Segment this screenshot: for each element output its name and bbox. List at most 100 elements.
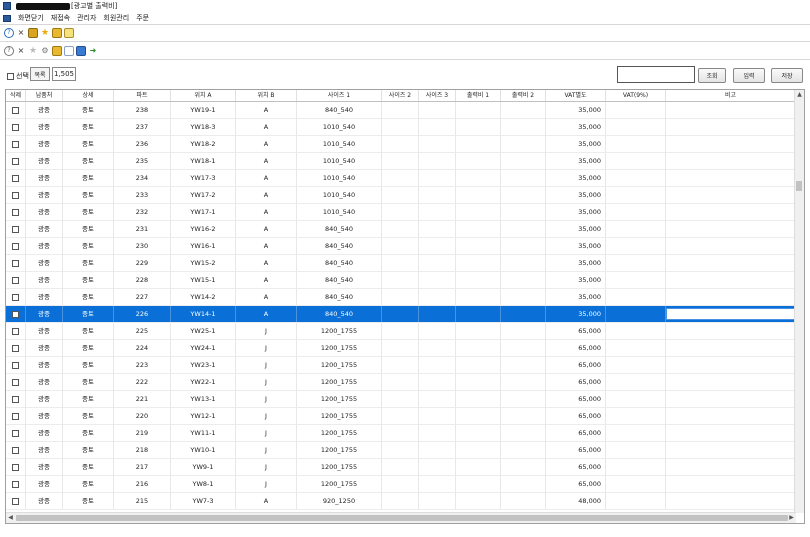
table-cell[interactable] (501, 221, 546, 237)
delete-checkbox[interactable] (12, 446, 19, 454)
table-cell[interactable] (456, 493, 501, 509)
table-cell[interactable] (419, 272, 456, 288)
table-cell[interactable] (666, 221, 796, 237)
search-button[interactable]: 조회 (698, 68, 726, 83)
table-cell[interactable]: 220 (114, 408, 171, 424)
table-cell[interactable]: 840_540 (297, 102, 382, 118)
note-edit-input[interactable] (666, 308, 795, 320)
table-cell[interactable] (606, 476, 666, 492)
document-icon[interactable] (64, 45, 74, 56)
table-cell[interactable]: YW23-1 (171, 357, 236, 373)
delete-checkbox[interactable] (12, 191, 19, 199)
table-cell[interactable]: 65,000 (546, 425, 606, 441)
table-cell[interactable] (666, 459, 796, 475)
table-cell[interactable]: 광중 (26, 272, 63, 288)
table-cell[interactable]: 1200_1755 (297, 425, 382, 441)
table-cell[interactable] (606, 136, 666, 152)
table-cell[interactable] (666, 493, 796, 509)
table-cell[interactable] (501, 119, 546, 135)
table-cell[interactable]: 35,000 (546, 204, 606, 220)
table-cell[interactable] (456, 306, 501, 322)
delete-checkbox-cell[interactable] (6, 153, 26, 169)
table-cell[interactable] (501, 136, 546, 152)
help-icon[interactable]: ? (4, 27, 14, 38)
gear-icon[interactable]: ⚙ (40, 46, 50, 56)
table-cell[interactable]: 중토 (63, 374, 114, 390)
table-cell[interactable]: A (236, 119, 297, 135)
table-cell[interactable] (456, 272, 501, 288)
table-cell[interactable]: YW9-1 (171, 459, 236, 475)
table-cell[interactable]: 218 (114, 442, 171, 458)
table-cell[interactable]: 중토 (63, 306, 114, 322)
table-cell[interactable]: 35,000 (546, 255, 606, 271)
table-cell[interactable]: 광중 (26, 238, 63, 254)
table-cell[interactable] (501, 238, 546, 254)
table-cell[interactable] (606, 425, 666, 441)
table-cell[interactable]: 35,000 (546, 170, 606, 186)
table-row[interactable]: 광중 중토 215 YW7-3 A 920_1250 48,000 (6, 493, 796, 510)
delete-checkbox[interactable] (12, 140, 19, 148)
table-cell[interactable]: A (236, 102, 297, 118)
delete-checkbox-cell[interactable] (6, 102, 26, 118)
table-cell[interactable] (501, 476, 546, 492)
table-cell[interactable] (382, 408, 419, 424)
table-cell[interactable]: YW19-1 (171, 102, 236, 118)
table-cell[interactable] (382, 476, 419, 492)
column-header[interactable]: 위치 B (236, 90, 297, 101)
table-cell[interactable]: 1200_1755 (297, 391, 382, 407)
table-cell[interactable]: YW16-2 (171, 221, 236, 237)
table-row[interactable]: 광중 중토 219 YW11-1 J 1200_1755 65,000 (6, 425, 796, 442)
column-header[interactable]: 삭제 (6, 90, 26, 101)
table-cell[interactable] (382, 221, 419, 237)
table-cell[interactable] (419, 204, 456, 220)
table-cell[interactable]: YW12-1 (171, 408, 236, 424)
table-cell[interactable] (666, 442, 796, 458)
table-row[interactable]: 광중 중토 222 YW22-1 J 1200_1755 65,000 (6, 374, 796, 391)
column-header[interactable]: 위치 A (171, 90, 236, 101)
table-cell[interactable]: J (236, 391, 297, 407)
delete-checkbox-cell[interactable] (6, 340, 26, 356)
table-cell[interactable]: YW17-3 (171, 170, 236, 186)
select-all-checkbox[interactable] (7, 72, 14, 80)
table-cell[interactable] (666, 408, 796, 424)
table-cell[interactable] (456, 170, 501, 186)
column-header[interactable]: VAT별도 (546, 90, 606, 101)
delete-checkbox-cell[interactable] (6, 493, 26, 509)
column-header[interactable]: 사이즈 2 (382, 90, 419, 101)
column-header[interactable]: 출력비 2 (501, 90, 546, 101)
table-row[interactable]: 광중 중토 235 YW18-1 A 1010_540 35,000 (6, 153, 796, 170)
table-cell[interactable]: 840_540 (297, 238, 382, 254)
table-cell[interactable]: 65,000 (546, 357, 606, 373)
table-cell[interactable]: 840_540 (297, 272, 382, 288)
table-cell[interactable] (419, 238, 456, 254)
note-icon[interactable] (64, 27, 74, 38)
table-cell[interactable] (501, 272, 546, 288)
table-cell[interactable] (419, 459, 456, 475)
table-cell[interactable]: 840_540 (297, 255, 382, 271)
delete-checkbox[interactable] (12, 327, 19, 335)
table-cell[interactable]: 840_540 (297, 306, 382, 322)
table-cell[interactable]: 1010_540 (297, 153, 382, 169)
delete-checkbox[interactable] (12, 463, 19, 471)
star-icon[interactable]: ★ (40, 28, 50, 38)
table-cell[interactable]: 중토 (63, 425, 114, 441)
table-cell[interactable] (419, 306, 456, 322)
table-cell[interactable] (666, 238, 796, 254)
search-input[interactable] (617, 66, 695, 83)
table-cell[interactable]: J (236, 476, 297, 492)
table-cell[interactable]: 65,000 (546, 459, 606, 475)
table-cell[interactable] (666, 255, 796, 271)
table-cell[interactable]: A (236, 221, 297, 237)
table-cell[interactable]: 230 (114, 238, 171, 254)
table-cell[interactable] (501, 391, 546, 407)
table-row[interactable]: 광중 중토 223 YW23-1 J 1200_1755 65,000 (6, 357, 796, 374)
table-cell[interactable]: 232 (114, 204, 171, 220)
table-cell[interactable]: 65,000 (546, 476, 606, 492)
table-row[interactable]: 광중 중토 238 YW19-1 A 840_540 35,000 (6, 102, 796, 119)
menu-member-management[interactable]: 회원관리 (103, 13, 129, 23)
table-cell[interactable] (606, 357, 666, 373)
table-cell[interactable]: 광중 (26, 391, 63, 407)
table-row[interactable]: 광중 중토 228 YW15-1 A 840_540 35,000 (6, 272, 796, 289)
table-row[interactable]: 광중 중토 234 YW17-3 A 1010_540 35,000 (6, 170, 796, 187)
table-cell[interactable]: 광중 (26, 255, 63, 271)
